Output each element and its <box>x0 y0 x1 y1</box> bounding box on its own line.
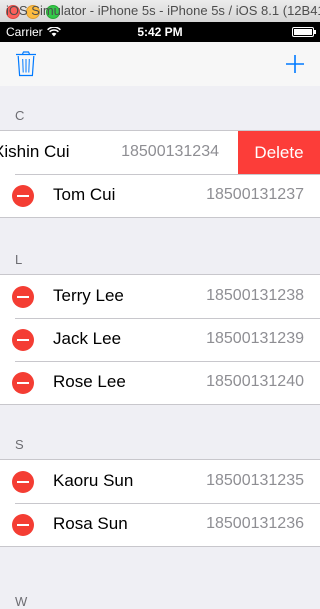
section-header-w: W <box>0 547 320 609</box>
simulator-titlebar: iOS Simulator - iPhone 5s - iPhone 5s / … <box>0 0 320 23</box>
delete-button[interactable]: Delete <box>238 131 320 174</box>
section-l-rows: Terry Lee 18500131238 Jack Lee 185001312… <box>0 274 320 405</box>
section-c-rows: Xishin Cui 18500131234 Delete Tom Cui 18… <box>0 130 320 218</box>
section-s-rows: Kaoru Sun 18500131235 Rosa Sun 185001312… <box>0 459 320 547</box>
contact-row-swiped[interactable]: Xishin Cui 18500131234 Delete <box>0 131 320 174</box>
contact-name: Tom Cui <box>53 185 116 204</box>
add-contact-button[interactable] <box>281 50 309 78</box>
contact-row[interactable]: Kaoru Sun 18500131235 <box>0 460 320 503</box>
contact-name: Rosa Sun <box>53 514 128 533</box>
contact-phone: 18500131238 <box>206 287 304 304</box>
section-header-l: L <box>0 218 320 274</box>
delete-toggle-minus-icon[interactable] <box>12 514 34 536</box>
contact-row[interactable]: Tom Cui 18500131237 <box>0 174 320 217</box>
section-header-c: C <box>0 86 320 130</box>
delete-toggle-minus-icon[interactable] <box>12 329 34 351</box>
contact-name: Jack Lee <box>53 329 122 348</box>
section-header-s: S <box>0 405 320 459</box>
contact-row[interactable]: Rose Lee 18500131240 <box>0 361 320 404</box>
navigation-bar <box>0 42 320 87</box>
contact-name: Kaoru Sun <box>53 471 134 490</box>
contact-row[interactable]: Terry Lee 18500131238 <box>0 275 320 318</box>
trash-button[interactable] <box>12 50 40 78</box>
plus-icon <box>286 55 304 73</box>
delete-toggle-minus-icon[interactable] <box>12 185 34 207</box>
delete-toggle-minus-icon[interactable] <box>12 286 34 308</box>
contact-phone: 18500131235 <box>206 472 304 489</box>
status-bar: Carrier 5:42 PM <box>0 22 320 42</box>
contact-phone: 18500131237 <box>206 186 304 203</box>
delete-toggle-minus-icon[interactable] <box>12 372 34 394</box>
trash-icon <box>16 51 36 77</box>
contact-name: Xishin Cui <box>0 142 70 161</box>
contacts-table[interactable]: C Xishin Cui 18500131234 Delete Tom Cui … <box>0 86 320 609</box>
contact-row[interactable]: Rosa Sun 18500131236 <box>0 503 320 546</box>
section-title: C <box>15 108 25 123</box>
battery-icon <box>292 27 316 37</box>
section-title: W <box>15 594 28 609</box>
swiped-row-content[interactable]: Xishin Cui 18500131234 <box>0 131 235 174</box>
section-title: L <box>15 252 23 267</box>
contact-row[interactable]: Jack Lee 18500131239 <box>0 318 320 361</box>
section-title: S <box>15 437 24 452</box>
contact-phone: 18500131234 <box>121 143 219 160</box>
contact-name: Rose Lee <box>53 372 126 391</box>
window-title: iOS Simulator - iPhone 5s - iPhone 5s / … <box>6 3 320 18</box>
contact-phone: 18500131239 <box>206 330 304 347</box>
contact-phone: 18500131236 <box>206 515 304 532</box>
contact-phone: 18500131240 <box>206 373 304 390</box>
contact-name: Terry Lee <box>53 286 124 305</box>
clock: 5:42 PM <box>137 25 183 39</box>
delete-toggle-minus-icon[interactable] <box>12 471 34 493</box>
